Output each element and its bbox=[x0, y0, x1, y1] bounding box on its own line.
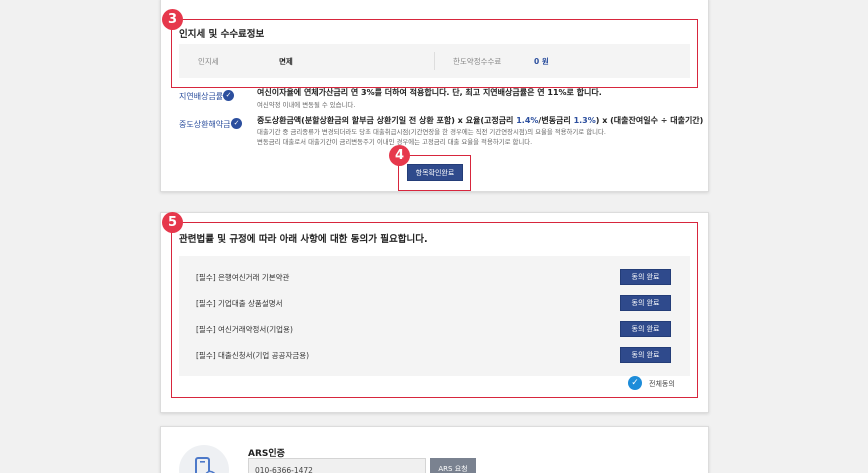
fixed-rate-value: 1.4% bbox=[516, 116, 539, 125]
early-repay-sub-text-1: 대출기간 중 금리종류가 변경되더라도 당초 대출취급시점(기간연장을 한 경우… bbox=[257, 128, 606, 136]
agreement-item-label: [필수] 여신거래약정서(기업용) bbox=[196, 325, 293, 334]
agreement-item-label: [필수] 기업대출 상품설명서 bbox=[196, 299, 283, 308]
stamp-section-title: 인지세 및 수수료정보 bbox=[179, 29, 265, 40]
late-fee-main-text: 여신이자율에 연체가산금리 연 3%를 더하여 적용합니다. 단, 최고 지연배… bbox=[257, 88, 602, 97]
agree-all-check-icon[interactable]: ✓ bbox=[628, 376, 642, 390]
agree-button-loan-application[interactable]: 동의 완료 bbox=[620, 347, 671, 363]
early-repay-sub-text-2: 변동금리 대출로서 대출기간이 금리변동주기 이내인 경우에는 고정금리 대출 … bbox=[257, 138, 533, 146]
band-divider bbox=[434, 52, 435, 70]
late-fee-sub-text: 여신약정 이내에 변동될 수 있습니다. bbox=[257, 101, 356, 109]
stamp-tax-label: 인지세 bbox=[198, 57, 219, 66]
late-fee-label: 지연배상금률 bbox=[179, 92, 224, 101]
phone-icon bbox=[179, 445, 229, 473]
step-marker-4: 4 bbox=[389, 145, 410, 166]
check-icon: ✓ bbox=[231, 118, 242, 129]
early-repay-label: 중도상환해약금 bbox=[179, 120, 231, 129]
agreement-item-label: [필수] 은행여신거래 기본약관 bbox=[196, 273, 290, 282]
phone-icon-graphic bbox=[195, 457, 215, 473]
agree-button-product-description[interactable]: 동의 완료 bbox=[620, 295, 671, 311]
agreement-title: 관련법률 및 규정에 따라 아래 사항에 대한 동의가 필요합니다. bbox=[179, 234, 428, 245]
early-repay-formula-b: /변동금리 bbox=[538, 116, 574, 125]
limit-fee-value: 0 원 bbox=[534, 57, 549, 66]
agree-button-basic-terms[interactable]: 동의 완료 bbox=[620, 269, 671, 285]
step-marker-5: 5 bbox=[162, 212, 183, 233]
check-icon: ✓ bbox=[223, 90, 234, 101]
agree-button-credit-agreement[interactable]: 동의 완료 bbox=[620, 321, 671, 337]
variable-rate-value: 1.3% bbox=[573, 116, 596, 125]
ars-request-button[interactable]: ARS 요청 bbox=[430, 458, 476, 473]
agreement-item-label: [필수] 대출신청서(기업 공공자금용) bbox=[196, 351, 310, 360]
confirm-items-button[interactable]: 항목확인완료 bbox=[407, 164, 463, 181]
early-repay-formula-c: ) x (대출잔여일수 ÷ 대출기간) bbox=[595, 116, 704, 125]
early-repay-main-text: 중도상환금액(분할상환금의 할부금 상환기일 전 상환 포함) x 요율(고정금… bbox=[257, 115, 703, 126]
stamp-tax-value: 면제 bbox=[279, 57, 293, 66]
agree-all-label[interactable]: 전체동의 bbox=[649, 379, 675, 389]
early-repay-formula-a: 중도상환금액(분할상환금의 할부금 상환기일 전 상환 포함) x 요율(고정금… bbox=[257, 116, 517, 125]
limit-fee-label: 한도약정수수료 bbox=[453, 57, 502, 66]
phone-number-field[interactable]: 010-6366-1472 bbox=[248, 458, 426, 473]
